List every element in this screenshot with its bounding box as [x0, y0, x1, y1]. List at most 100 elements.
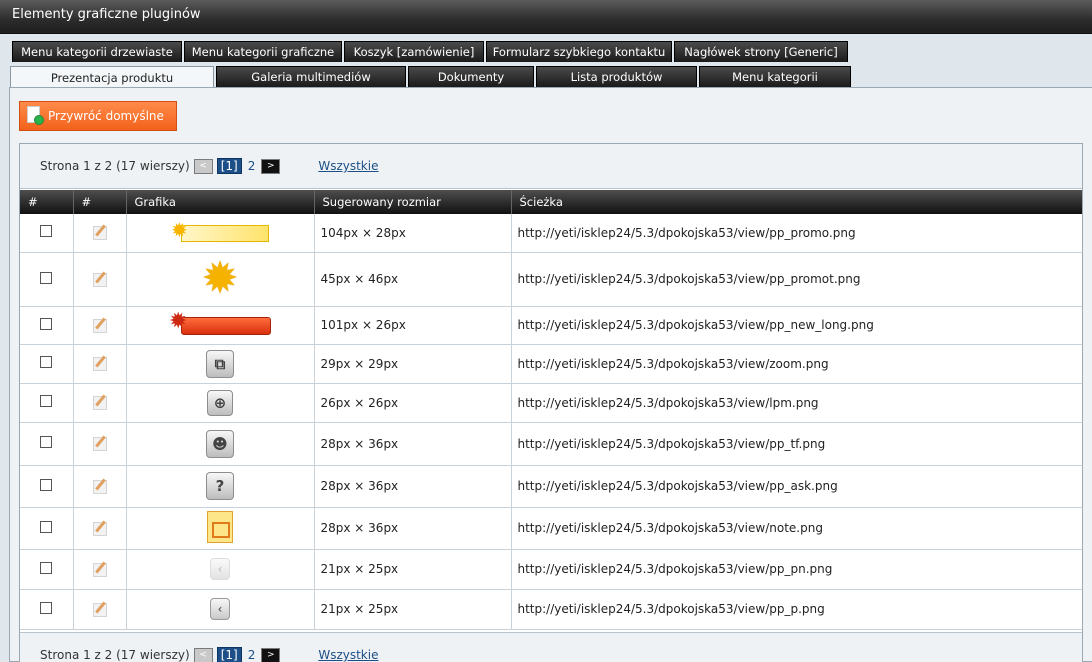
- pager-current-page[interactable]: [1]: [216, 158, 242, 174]
- edit-pencil-icon[interactable]: [92, 520, 108, 536]
- pager-prev-button-bottom[interactable]: <: [193, 647, 213, 662]
- window-titlebar: Elementy graficzne pluginów: [0, 0, 1092, 34]
- table-row: 28px × 36px http://yeti/isklep24/5.3/dpo…: [20, 507, 1082, 550]
- tab-formularz-kontaktu[interactable]: Formularz szybkiego kontaktu: [486, 41, 672, 62]
- col-header-sciezka: Ścieżka: [519, 195, 563, 209]
- pager-bottom: Strona 1 z 2 (17 wierszy) < [1] 2 > Wszy…: [20, 632, 1082, 662]
- edit-pencil-icon[interactable]: [92, 394, 108, 410]
- tab-naglowek-strony[interactable]: Nagłówek strony [Generic]: [674, 41, 848, 62]
- tell-friend-icon: ☻: [206, 429, 234, 458]
- table-row: ☻ 28px × 36px http://yeti/isklep24/5.3/d…: [20, 422, 1082, 466]
- zoom-icon: ⧉: [206, 349, 234, 378]
- row-size: 28px × 36px: [314, 465, 512, 508]
- row-checkbox[interactable]: [40, 225, 53, 238]
- edit-pencil-icon[interactable]: [92, 355, 108, 371]
- edit-pencil-icon[interactable]: [92, 435, 108, 451]
- col-header-rozmiar: Sugerowany rozmiar: [314, 190, 512, 214]
- edit-pencil-icon[interactable]: [92, 601, 108, 617]
- row-size: 21px × 25px: [314, 549, 512, 590]
- row-size: 28px × 36px: [314, 422, 512, 466]
- tab-menu-kategorii-drzewiaste[interactable]: Menu kategorii drzewiaste: [12, 41, 182, 62]
- pager-info: Strona 1 z 2 (17 wierszy): [40, 159, 190, 173]
- row-path: http://yeti/isklep24/5.3/dpokojska53/vie…: [511, 383, 1082, 423]
- row-checkbox[interactable]: [40, 520, 53, 533]
- tab-row-2: Prezentacja produktu Galeria multimediów…: [10, 66, 853, 89]
- row-checkbox[interactable]: [40, 317, 53, 330]
- row-checkbox[interactable]: [40, 601, 53, 614]
- window-title: Elementy graficzne pluginów: [12, 7, 201, 22]
- table-row: ✹ 101px × 26px http://yeti/isklep24/5.3/…: [20, 306, 1082, 345]
- tab-galeria-multimediow[interactable]: Galeria multimediów: [216, 66, 406, 87]
- tab-dokumenty[interactable]: Dokumenty: [408, 66, 534, 87]
- pager-all-link[interactable]: Wszystkie: [318, 159, 378, 173]
- promo-star-icon: ✹: [201, 253, 239, 304]
- pager-top: Strona 1 z 2 (17 wierszy) < [1] 2 > Wszy…: [20, 144, 1082, 189]
- pager-page-2[interactable]: 2: [248, 159, 256, 173]
- note-icon: [207, 510, 233, 543]
- row-path: http://yeti/isklep24/5.3/dpokojska53/vie…: [511, 214, 1082, 253]
- row-path: http://yeti/isklep24/5.3/dpokojska53/vie…: [511, 589, 1082, 630]
- row-checkbox[interactable]: [40, 561, 53, 574]
- row-path: http://yeti/isklep24/5.3/dpokojska53/vie…: [511, 507, 1082, 550]
- tab-prezentacja-produktu[interactable]: Prezentacja produktu: [10, 66, 214, 89]
- tab-row-1: Menu kategorii drzewiaste Menu kategorii…: [12, 41, 850, 63]
- pager-next-button[interactable]: >: [261, 158, 281, 174]
- table-row: ? 28px × 36px http://yeti/isklep24/5.3/d…: [20, 465, 1082, 508]
- prev-next-icon: ‹: [210, 558, 230, 580]
- row-path: http://yeti/isklep24/5.3/dpokojska53/vie…: [511, 465, 1082, 508]
- restore-defaults-button[interactable]: Przywróć domyślne: [19, 101, 177, 131]
- table-header-row: # # Grafika Sugerowany rozmiar Ścieżka: [20, 190, 1082, 214]
- table-row: ✹ 45px × 46px http://yeti/isklep24/5.3/d…: [20, 252, 1082, 307]
- row-size: 104px × 28px: [314, 214, 512, 253]
- pager-prev-button[interactable]: <: [193, 158, 213, 174]
- col-header-edit: #: [73, 190, 127, 214]
- promo-banner-icon: ✹: [171, 220, 269, 243]
- question-icon: ?: [206, 472, 234, 500]
- row-checkbox[interactable]: [40, 478, 53, 491]
- magnifier-icon: ⊕: [207, 389, 233, 416]
- new-long-banner-icon: ✹: [169, 310, 271, 335]
- row-checkbox[interactable]: [40, 436, 53, 448]
- row-size: 101px × 26px: [314, 306, 512, 345]
- row-checkbox[interactable]: [40, 271, 53, 284]
- row-path: http://yeti/isklep24/5.3/dpokojska53/vie…: [511, 422, 1082, 466]
- pager-all-link-bottom[interactable]: Wszystkie: [318, 648, 378, 662]
- row-size: 21px × 25px: [314, 589, 512, 630]
- tab-bar: Menu kategorii drzewiaste Menu kategorii…: [0, 34, 1092, 89]
- tab-lista-produktow[interactable]: Lista produktów: [536, 66, 697, 87]
- edit-pencil-icon[interactable]: [92, 317, 108, 333]
- tab-menu-kategorii[interactable]: Menu kategorii: [699, 66, 851, 87]
- row-checkbox[interactable]: [40, 356, 53, 368]
- pager-page-2-bottom[interactable]: 2: [248, 648, 256, 662]
- row-path: http://yeti/isklep24/5.3/dpokojska53/vie…: [511, 306, 1082, 345]
- row-size: 26px × 26px: [314, 383, 512, 423]
- graphics-table: # # Grafika Sugerowany rozmiar Ścieżka ✹…: [20, 190, 1082, 630]
- row-size: 29px × 29px: [314, 344, 512, 384]
- table-row: ✹ 104px × 28px http://yeti/isklep24/5.3/…: [20, 214, 1082, 253]
- col-header-grafika: Grafika: [126, 190, 315, 214]
- row-path: http://yeti/isklep24/5.3/dpokojska53/vie…: [511, 344, 1082, 384]
- pager-info-bottom: Strona 1 z 2 (17 wierszy): [40, 648, 190, 662]
- table-row: ‹ 21px × 25px http://yeti/isklep24/5.3/d…: [20, 589, 1082, 630]
- row-size: 28px × 36px: [314, 507, 512, 550]
- edit-pencil-icon[interactable]: [92, 561, 108, 577]
- pager-next-button-bottom[interactable]: >: [261, 647, 281, 662]
- row-checkbox[interactable]: [40, 395, 53, 407]
- edit-pencil-icon[interactable]: [92, 224, 108, 241]
- table-row: ‹ 21px × 25px http://yeti/isklep24/5.3/d…: [20, 549, 1082, 590]
- tab-menu-kategorii-graficzne[interactable]: Menu kategorii graficzne: [184, 41, 342, 62]
- row-path: http://yeti/isklep24/5.3/dpokojska53/vie…: [511, 252, 1082, 307]
- restore-defaults-label: Przywróć domyślne: [48, 109, 164, 123]
- col-header-select: #: [20, 190, 74, 214]
- restore-document-icon: [26, 106, 44, 126]
- pager-current-page-bottom[interactable]: [1]: [216, 647, 242, 662]
- tab-content-panel: Przywróć domyślne Strona 1 z 2 (17 wiers…: [9, 87, 1092, 662]
- tab-koszyk[interactable]: Koszyk [zamówienie]: [344, 41, 484, 62]
- table-row: ⊕ 26px × 26px http://yeti/isklep24/5.3/d…: [20, 383, 1082, 423]
- edit-pencil-icon[interactable]: [92, 271, 108, 287]
- row-size: 45px × 46px: [314, 252, 512, 307]
- prev-icon: ‹: [210, 598, 230, 620]
- row-path: http://yeti/isklep24/5.3/dpokojska53/vie…: [511, 549, 1082, 590]
- table-row: ⧉ 29px × 29px http://yeti/isklep24/5.3/d…: [20, 344, 1082, 384]
- edit-pencil-icon[interactable]: [92, 478, 108, 494]
